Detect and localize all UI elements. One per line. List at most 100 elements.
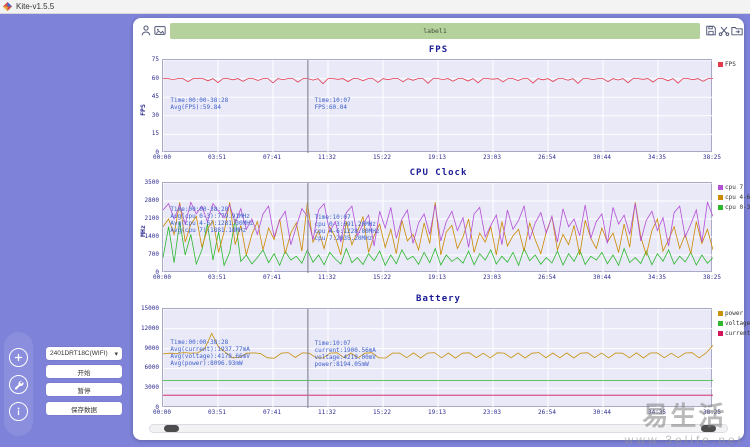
legend-swatch bbox=[718, 331, 723, 336]
xtick-label: 30:44 bbox=[592, 274, 612, 281]
y-axis-label-cpu-clock: MHz bbox=[138, 225, 147, 237]
xtick-label: 30:44 bbox=[592, 154, 612, 161]
xtick-label: 19:13 bbox=[427, 154, 447, 161]
legend-battery: power voltage current bbox=[718, 310, 750, 340]
legend-swatch bbox=[718, 62, 723, 67]
range-handle-left[interactable] bbox=[164, 425, 179, 432]
xtick-label: 30:44 bbox=[592, 409, 612, 416]
main-panel: label1 FPS Time:00:00-38:28 Avg(FPS):59.84… bbox=[133, 18, 750, 440]
charts-area: FPS Time:00:00-38:28 Avg(FPS):59.84 Time:10… bbox=[133, 18, 750, 440]
pause-button[interactable]: 暂停 bbox=[46, 383, 122, 396]
xtick-label: 03:51 bbox=[207, 409, 227, 416]
xtick-label: 00:00 bbox=[152, 409, 172, 416]
info-icon bbox=[17, 407, 20, 416]
ytick-label: 3500 bbox=[144, 179, 159, 186]
xtick-label: 19:13 bbox=[427, 274, 447, 281]
plot-area-cpu-clock[interactable]: Time:00:00-38:28 Avg(cpu 0-3):779.91MHz Av… bbox=[162, 182, 713, 273]
xtick-label: 03:51 bbox=[207, 274, 227, 281]
legend-swatch bbox=[718, 195, 723, 200]
info-button[interactable] bbox=[9, 402, 28, 421]
settings-button[interactable] bbox=[9, 375, 28, 394]
side-rail bbox=[4, 332, 33, 436]
xtick-label: 26:54 bbox=[537, 409, 557, 416]
y-axis-label-fps: FPS bbox=[138, 103, 147, 116]
ytick-label: 12000 bbox=[140, 324, 159, 332]
window-titlebar: Kite-v1.5.5 bbox=[0, 0, 750, 14]
xtick-label: 26:54 bbox=[537, 154, 557, 161]
ytick-label: 6000 bbox=[144, 364, 159, 372]
xtick-label: 11:32 bbox=[317, 409, 337, 416]
legend-item: cpu 0-3 bbox=[718, 204, 750, 211]
ytick-label: 3000 bbox=[144, 384, 159, 392]
ytick-label: 60 bbox=[151, 74, 159, 82]
ytick-label: 15 bbox=[151, 130, 159, 138]
xtick-label: 34:35 bbox=[647, 154, 667, 161]
legend-item: voltage bbox=[718, 320, 750, 327]
app-icon bbox=[3, 2, 12, 11]
chart-title-fps: FPS bbox=[428, 45, 449, 55]
legend-item: FPS bbox=[718, 61, 736, 68]
device-select-value: 2401DRT18C(WIFI) bbox=[50, 350, 108, 357]
xtick-label: 07:41 bbox=[262, 274, 282, 281]
save-data-button[interactable]: 保存数据 bbox=[46, 402, 122, 415]
plot-svg-cpu-clock bbox=[163, 183, 713, 273]
chart-cpu-clock: CPU Clock Time:00:00-38:28 Avg(cpu 0-3):77… bbox=[133, 168, 750, 284]
chart-fps: FPS Time:00:00-38:28 Avg(FPS):59.84 Time:10… bbox=[133, 45, 744, 164]
chevron-down-icon: ▾ bbox=[114, 350, 118, 358]
xtick-label: 23:03 bbox=[482, 409, 502, 416]
legend-label: current bbox=[725, 330, 750, 337]
legend-label: power bbox=[725, 310, 744, 317]
range-handle-right[interactable] bbox=[701, 425, 716, 432]
xtick-label: 15:22 bbox=[372, 409, 392, 416]
xtick-label: 26:54 bbox=[537, 274, 557, 281]
start-button[interactable]: 开始 bbox=[46, 365, 122, 378]
ytick-label: 2100 bbox=[144, 215, 159, 222]
chart-title-cpu-clock: CPU Clock bbox=[409, 168, 468, 178]
legend-label: FPS bbox=[725, 61, 736, 68]
ytick-label: 2800 bbox=[144, 197, 159, 204]
xtick-label: 19:13 bbox=[427, 409, 447, 416]
ytick-label: 45 bbox=[151, 93, 159, 101]
legend-cpu-clock: cpu 7 cpu 4-6 cpu 0-3 bbox=[718, 184, 750, 214]
xtick-label: 07:41 bbox=[262, 409, 282, 416]
plot-area-fps[interactable]: Time:00:00-38:28 Avg(FPS):59.84 Time:10:07… bbox=[162, 59, 713, 153]
legend-swatch bbox=[718, 185, 723, 190]
add-button[interactable] bbox=[9, 348, 28, 367]
legend-swatch bbox=[718, 311, 723, 316]
ytick-label: 700 bbox=[148, 251, 159, 258]
xtick-label: 38:25 bbox=[702, 274, 722, 281]
legend-fps: FPS bbox=[718, 61, 736, 71]
plus-icon bbox=[14, 353, 23, 362]
window-title: Kite-v1.5.5 bbox=[16, 2, 55, 11]
xtick-label: 11:32 bbox=[317, 274, 337, 281]
plot-area-battery[interactable]: Time:00:00-38:28 Avg(current):1937.77mA Av… bbox=[162, 308, 713, 408]
xtick-label: 00:00 bbox=[152, 274, 172, 281]
app-background: 2401DRT18C(WIFI) ▾ 开始 暂停 保存数据 label1 FPS… bbox=[0, 14, 750, 447]
legend-swatch bbox=[718, 205, 723, 210]
legend-item: current bbox=[718, 330, 750, 337]
legend-label: cpu 4-6 bbox=[725, 194, 750, 201]
ytick-label: 9000 bbox=[144, 344, 159, 352]
xtick-label: 38:25 bbox=[702, 409, 722, 416]
legend-item: power bbox=[718, 310, 750, 317]
xtick-label: 15:22 bbox=[372, 154, 392, 161]
plot-svg-fps bbox=[163, 60, 713, 153]
legend-label: cpu 0-3 bbox=[725, 204, 750, 211]
legend-label: cpu 7 bbox=[725, 184, 744, 191]
time-range-scrollbar[interactable] bbox=[149, 424, 728, 433]
wrench-icon bbox=[14, 380, 24, 390]
xtick-label: 07:41 bbox=[262, 154, 282, 161]
xtick-label: 38:25 bbox=[702, 154, 722, 161]
ytick-label: 75 bbox=[151, 56, 159, 63]
plot-svg-battery bbox=[163, 309, 713, 408]
xtick-label: 11:32 bbox=[317, 154, 337, 161]
xtick-label: 34:35 bbox=[647, 409, 667, 416]
device-select[interactable]: 2401DRT18C(WIFI) ▾ bbox=[46, 347, 122, 360]
legend-label: voltage bbox=[725, 320, 750, 327]
legend-swatch bbox=[718, 321, 723, 326]
xtick-label: 23:03 bbox=[482, 154, 502, 161]
legend-item: cpu 7 bbox=[718, 184, 750, 191]
xtick-label: 00:00 bbox=[152, 154, 172, 161]
xtick-label: 34:35 bbox=[647, 274, 667, 281]
legend-item: cpu 4-6 bbox=[718, 194, 750, 201]
